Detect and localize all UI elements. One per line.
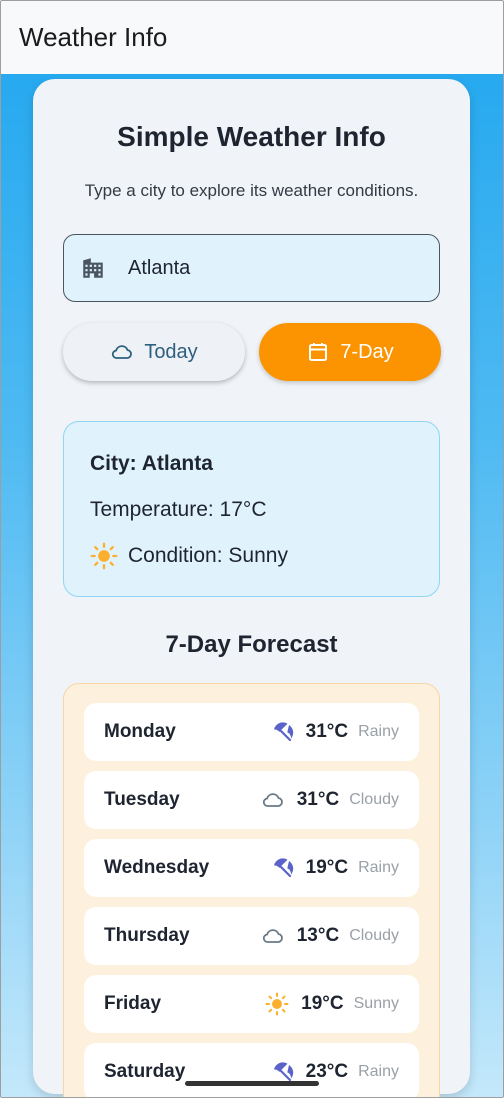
umbrella-icon xyxy=(273,722,293,742)
page-title: Simple Weather Info xyxy=(117,121,386,152)
forecast-day: Thursday xyxy=(104,925,190,946)
today-button-label: Today xyxy=(144,340,198,363)
forecast-day: Monday xyxy=(104,721,176,742)
seven-day-button[interactable]: 7-Day xyxy=(259,323,441,381)
umbrella-icon xyxy=(273,858,293,878)
forecast-condition: Cloudy xyxy=(349,927,399,944)
forecast-row: Friday 19°C Sunny xyxy=(84,975,419,1033)
forecast-temp: 31°C xyxy=(305,721,349,742)
forecast-list: Monday 31°C Rainy Tuesday 31°C Cloudy We… xyxy=(63,683,440,1097)
forecast-row: Monday 31°C Rainy xyxy=(84,703,419,761)
cloud-icon xyxy=(112,345,133,359)
forecast-day: Saturday xyxy=(104,1061,186,1082)
forecast-title: 7-Day Forecast xyxy=(165,631,338,658)
forecast-row: Thursday 13°C Cloudy xyxy=(84,907,419,965)
cloud-icon xyxy=(262,929,283,943)
forecast-condition: Rainy xyxy=(358,723,399,740)
page-subtitle: Type a city to explore its weather condi… xyxy=(84,181,419,200)
calendar-icon xyxy=(309,343,328,361)
forecast-condition: Cloudy xyxy=(349,791,399,808)
current-city: City: Atlanta xyxy=(90,452,213,475)
forecast-temp: 23°C xyxy=(305,1061,349,1082)
forecast-condition: Rainy xyxy=(358,1063,399,1080)
forecast-temp: 13°C xyxy=(296,925,340,946)
forecast-row: Saturday 23°C Rainy xyxy=(84,1043,419,1097)
forecast-day: Wednesday xyxy=(104,857,210,878)
city-search-value: Atlanta xyxy=(128,256,191,279)
forecast-row: Wednesday 19°C Rainy xyxy=(84,839,419,897)
forecast-row: Tuesday 31°C Cloudy xyxy=(84,771,419,829)
city-search-input[interactable]: Atlanta xyxy=(63,234,440,302)
current-weather-panel: City: Atlanta Temperature: 17°C Conditio… xyxy=(63,421,440,597)
app-frame: Weather Info Simple Weather Info Type a … xyxy=(0,0,504,1098)
home-indicator[interactable] xyxy=(185,1081,319,1086)
cloud-icon xyxy=(262,793,283,807)
app-bar: Weather Info xyxy=(1,1,503,74)
weather-card: Simple Weather Info Type a city to explo… xyxy=(33,79,470,1097)
forecast-temp: 19°C xyxy=(305,857,349,878)
today-button[interactable]: Today xyxy=(63,323,245,381)
forecast-condition: Rainy xyxy=(358,859,399,876)
sun-icon xyxy=(265,992,289,1016)
seven-day-button-label: 7-Day xyxy=(340,340,394,363)
forecast-day: Tuesday xyxy=(104,789,180,810)
app-title: Weather Info xyxy=(19,22,168,52)
forecast-temp: 31°C xyxy=(296,789,340,810)
building-icon xyxy=(83,258,103,278)
forecast-condition: Sunny xyxy=(353,995,399,1012)
current-temperature: Temperature: 17°C xyxy=(90,498,267,521)
forecast-day: Friday xyxy=(104,993,162,1014)
current-condition-row: Condition: Sunny xyxy=(90,542,288,570)
current-condition: Condition: Sunny xyxy=(128,544,288,567)
sun-icon xyxy=(90,542,118,570)
forecast-temp: 19°C xyxy=(301,993,344,1014)
